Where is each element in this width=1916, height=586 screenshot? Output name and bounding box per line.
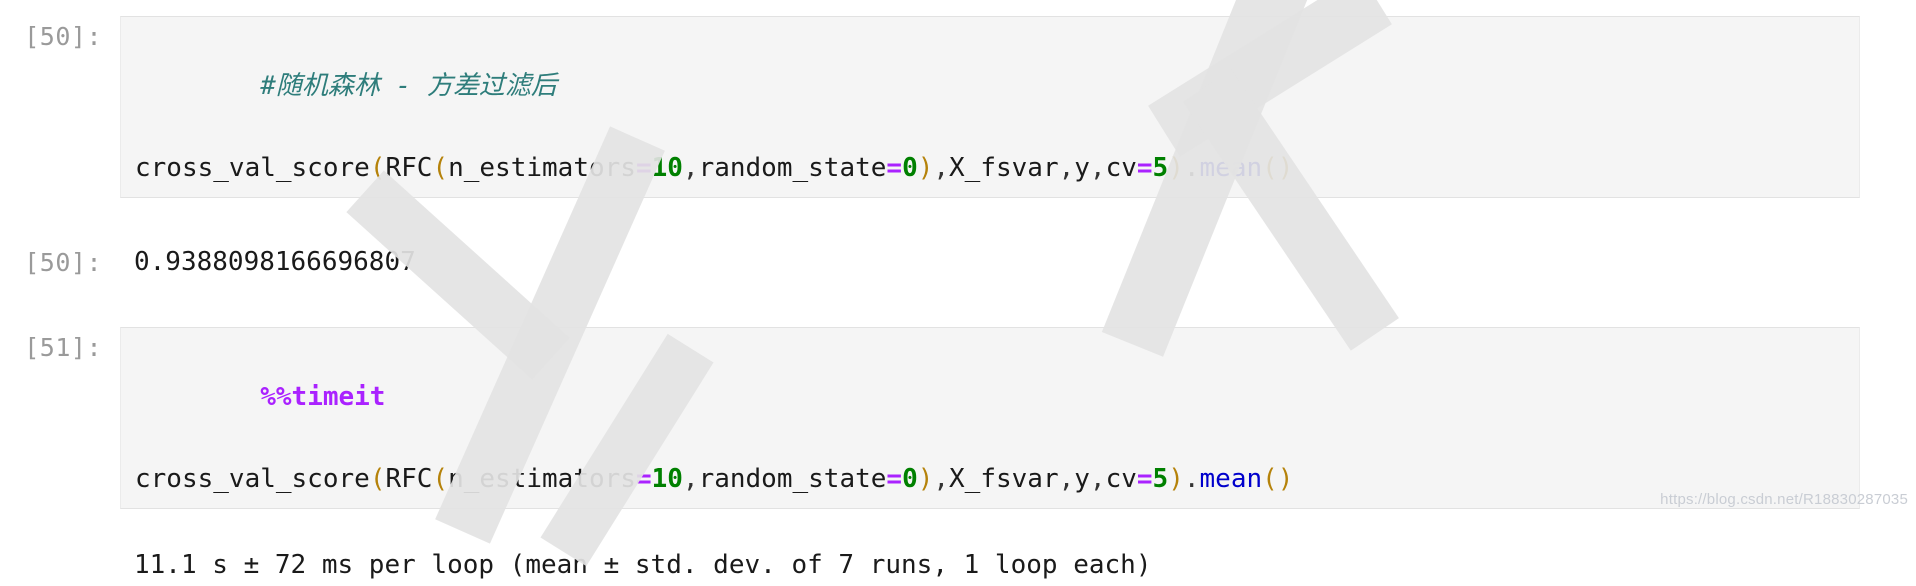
code-token-op: ,	[933, 464, 950, 494]
code-token-eq: =	[635, 464, 652, 494]
code-token-paren: (	[369, 153, 386, 183]
code-token-name: RFC	[385, 153, 433, 183]
code-cell-51[interactable]: [51]: %%timeit cross_val_score(RFC(n_est…	[0, 327, 1916, 509]
code-token-name: cross_val_score	[135, 464, 370, 494]
code-token-eq: =	[1136, 464, 1153, 494]
cell-prompt-51: [51]:	[24, 333, 102, 362]
code-token-name: y	[1074, 153, 1090, 183]
top-spacer	[0, 0, 1916, 16]
code-line-call-2: cross_val_score(RFC(n_estimators=10,rand…	[121, 459, 1859, 500]
code-token-eq: =	[886, 153, 903, 183]
code-token-name: n_estimators	[448, 153, 636, 183]
code-token-paren: )	[1168, 153, 1184, 183]
code-token-eq: =	[886, 464, 903, 494]
output-timing-51: 11.1 s ± 72 ms per loop (mean ± std. dev…	[134, 550, 1152, 580]
output-prompt-50: [50]:	[24, 248, 102, 277]
notebook-container: [50]: #随机森林 - 方差过滤后 cross_val_score(RFC(…	[0, 0, 1916, 586]
code-token-paren: )	[1168, 464, 1184, 494]
code-token-paren: ()	[1262, 153, 1294, 183]
code-line-call: cross_val_score(RFC(n_estimators=10,rand…	[121, 148, 1859, 189]
code-cell-50[interactable]: [50]: #随机森林 - 方差过滤后 cross_val_score(RFC(…	[0, 16, 1916, 198]
output-cell-51: 11.1 s ± 72 ms per loop (mean ± std. dev…	[0, 545, 1916, 586]
code-token-op: ,	[682, 464, 699, 494]
code-token-op: ,	[933, 153, 950, 183]
code-token-paren: )	[917, 464, 934, 494]
code-token-paren: ()	[1262, 464, 1294, 494]
cell-gap-2	[0, 283, 1916, 327]
code-token-name: cross_val_score	[135, 153, 370, 183]
code-token-eq: =	[635, 153, 652, 183]
code-token-num: 5	[1152, 153, 1169, 183]
output-cell-50: [50]: 0.9388098166696807	[0, 242, 1916, 283]
code-token-op: ,	[1058, 464, 1075, 494]
code-line-comment: #随机森林 - 方差过滤后	[121, 25, 1859, 148]
code-token-op: .	[1183, 464, 1200, 494]
cell-gap-1	[0, 198, 1916, 242]
code-token-num: 10	[651, 464, 683, 494]
code-token-name: y	[1074, 464, 1090, 494]
code-token-name: cv	[1105, 153, 1137, 183]
code-input-50[interactable]: #随机森林 - 方差过滤后 cross_val_score(RFC(n_esti…	[120, 16, 1860, 198]
code-token-name: n_estimators	[448, 464, 636, 494]
code-token-attr: mean	[1199, 464, 1263, 494]
code-token-paren: (	[369, 464, 386, 494]
code-token-paren: )	[917, 153, 934, 183]
watermark-url: https://blog.csdn.net/R18830287035	[1660, 491, 1908, 508]
code-token-num: 5	[1152, 464, 1169, 494]
code-token-op: ,	[1089, 464, 1106, 494]
code-token-num: 0	[902, 153, 918, 183]
code-token-num: 0	[902, 464, 918, 494]
code-token-name: RFC	[385, 464, 433, 494]
code-token-op: ,	[1089, 153, 1106, 183]
cell-prompt-50: [50]:	[24, 22, 102, 51]
output-area-51: 11.1 s ± 72 ms per loop (mean ± std. dev…	[120, 545, 1916, 586]
code-token-paren: (	[432, 464, 449, 494]
comment-token: #随机森林 - 方差过滤后	[260, 71, 557, 101]
magic-token: %%timeit	[260, 382, 386, 412]
code-token-name: cv	[1105, 464, 1137, 494]
code-token-op: ,	[682, 153, 699, 183]
code-token-attr: mean	[1199, 153, 1263, 183]
code-line-magic: %%timeit	[121, 336, 1859, 459]
output-area-50: 0.9388098166696807	[120, 242, 1916, 283]
code-token-name: random_state	[698, 464, 887, 494]
code-token-paren: (	[432, 153, 449, 183]
code-input-51[interactable]: %%timeit cross_val_score(RFC(n_estimator…	[120, 327, 1860, 509]
code-token-num: 10	[651, 153, 683, 183]
code-token-name: X_fsvar	[949, 464, 1059, 494]
code-token-name: X_fsvar	[949, 153, 1059, 183]
output-value-50: 0.9388098166696807	[134, 247, 416, 277]
code-token-eq: =	[1136, 153, 1153, 183]
code-token-op: ,	[1058, 153, 1075, 183]
code-token-name: random_state	[698, 153, 887, 183]
code-token-op: .	[1183, 153, 1200, 183]
cell-gap-3	[0, 509, 1916, 545]
